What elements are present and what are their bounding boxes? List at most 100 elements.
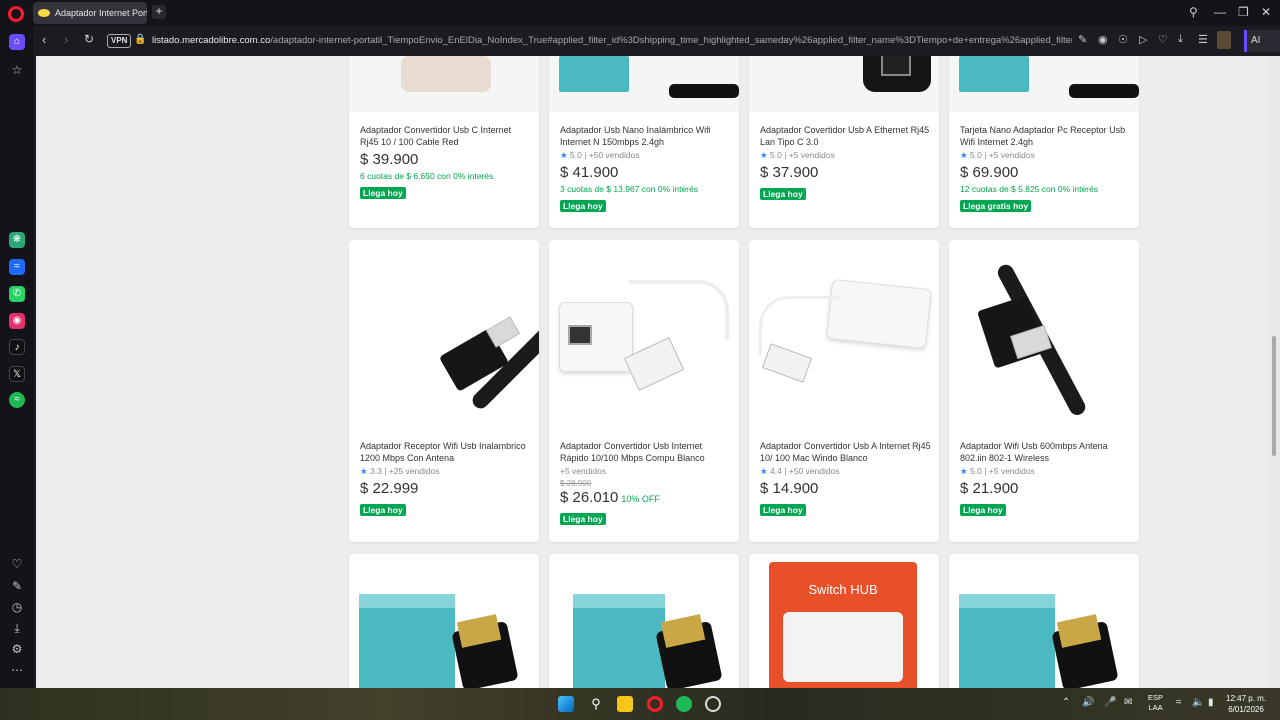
download-icon[interactable]: ⤓ xyxy=(9,620,25,636)
product-card[interactable] xyxy=(949,554,1139,688)
product-image xyxy=(749,240,939,428)
chevron-up-icon[interactable]: ⌃ xyxy=(1062,697,1070,708)
product-card[interactable]: Adaptador Covertidor Usb A Ethernet Rj45… xyxy=(749,56,939,228)
rating-value: 5.0 xyxy=(970,150,982,160)
system-clock[interactable]: 12:47 p. m. 6/01/2026 xyxy=(1226,693,1266,715)
vpn-badge[interactable]: VPN xyxy=(107,34,132,48)
page-scrollbar[interactable] xyxy=(1268,56,1280,688)
settings-gear-icon[interactable]: ⚙ xyxy=(9,641,25,657)
x-twitter-icon[interactable]: 𝕏 xyxy=(9,366,25,382)
close-window-button[interactable]: ✕ xyxy=(1261,5,1271,19)
minimize-button[interactable]: — xyxy=(1214,5,1226,19)
product-price: $ 37.900 xyxy=(760,164,819,181)
star-icon[interactable]: ☆ xyxy=(9,62,25,78)
home-icon[interactable]: ⌂ xyxy=(9,34,25,50)
aria-ai-button[interactable]: AI xyxy=(1244,30,1280,52)
edit-icon[interactable]: ✎ xyxy=(9,578,25,594)
product-title[interactable]: Adaptador Wifi Usb 600mbps Antena 802.ii… xyxy=(960,440,1131,464)
product-title[interactable]: Adaptador Convertidor Usb Internet Rápid… xyxy=(560,440,731,464)
opera-logo-icon[interactable] xyxy=(8,6,24,22)
profile-avatar[interactable] xyxy=(1217,31,1231,49)
file-explorer-icon[interactable] xyxy=(617,696,633,712)
star-icon: ★ xyxy=(960,466,968,476)
product-title[interactable]: Adaptador Covertidor Usb A Ethernet Rj45… xyxy=(760,124,931,148)
spotify-icon[interactable]: ≈ xyxy=(9,392,25,408)
opera-taskbar-icon[interactable] xyxy=(647,696,663,712)
speaker-icon[interactable]: 🔊 xyxy=(1082,697,1094,708)
volume-icon[interactable]: 🔈 xyxy=(1192,697,1204,708)
product-title[interactable]: Adaptador Usb Nano Inalámbrico Wifi Inte… xyxy=(560,124,731,148)
whatsapp-icon[interactable]: ✆ xyxy=(9,286,25,302)
product-image: Switch HUB xyxy=(749,554,939,688)
lang-bottom: LAA xyxy=(1148,703,1163,712)
reload-button[interactable]: ↻ xyxy=(84,32,94,46)
cable-shape xyxy=(629,280,729,340)
product-card[interactable]: Tarjeta Nano Adaptador Pc Receptor Usb W… xyxy=(949,56,1139,228)
product-card[interactable]: Adaptador Convertidor Usb A Internet Rj4… xyxy=(749,240,939,542)
history-icon[interactable]: ◷ xyxy=(9,599,25,615)
more-icon[interactable]: ⋯ xyxy=(9,662,25,678)
product-card[interactable] xyxy=(549,554,739,688)
rating-value: 3.3 xyxy=(370,466,382,476)
shield-icon[interactable]: ☉ xyxy=(1118,33,1128,46)
back-button[interactable]: ‹ xyxy=(42,32,46,47)
edit-icon[interactable]: ✎ xyxy=(1078,33,1087,46)
inbox-icon[interactable]: ✉ xyxy=(1124,697,1132,708)
search-tabs-icon[interactable]: ⚲ xyxy=(1189,5,1198,19)
clock-time: 12:47 p. m. xyxy=(1226,694,1267,703)
product-title[interactable]: Adaptador Convertidor Usb A Internet Rj4… xyxy=(760,440,931,464)
product-price: $ 14.900 xyxy=(760,480,819,497)
spotify-taskbar-icon[interactable] xyxy=(676,696,692,712)
box-top-shape xyxy=(959,594,1055,608)
windows-start-icon[interactable] xyxy=(558,696,574,712)
sold-count: | +50 vendidos xyxy=(584,150,640,160)
product-card[interactable]: Switch HUB xyxy=(749,554,939,688)
scrollbar-thumb[interactable] xyxy=(1272,336,1276,456)
product-title[interactable]: Tarjeta Nano Adaptador Pc Receptor Usb W… xyxy=(960,124,1131,148)
product-card[interactable]: Adaptador Usb Nano Inalámbrico Wifi Inte… xyxy=(549,56,739,228)
play-icon[interactable]: ▷ xyxy=(1139,33,1147,46)
tiktok-icon[interactable]: ♪ xyxy=(9,339,25,355)
search-icon[interactable]: ⚲ xyxy=(588,696,604,712)
microphone-icon[interactable]: 🎤 xyxy=(1104,697,1116,708)
instagram-icon[interactable]: ◉ xyxy=(9,313,25,329)
delivery-badge: Llega hoy xyxy=(560,513,606,525)
delivery-badge: Llega hoy xyxy=(760,188,806,200)
language-indicator[interactable]: ESP LAA xyxy=(1148,693,1163,713)
maximize-button[interactable]: ❐ xyxy=(1238,5,1249,19)
clock-app-icon[interactable] xyxy=(705,696,721,712)
tab-title: Adaptador Internet Portal xyxy=(55,8,147,18)
switch-hub-package-shape: Switch HUB xyxy=(769,562,917,688)
product-title[interactable]: Adaptador Convertidor Usb C Internet Rj4… xyxy=(360,124,531,148)
product-card[interactable]: Adaptador Receptor Wifi Usb Inalambrico … xyxy=(349,240,539,542)
tab-mercadolibre[interactable]: Adaptador Internet Portal xyxy=(33,2,147,24)
rating-value: 5.0 xyxy=(970,466,982,476)
heart-icon[interactable]: ♡ xyxy=(9,556,25,572)
product-image xyxy=(549,240,739,428)
wifi-icon[interactable]: ≈ xyxy=(1176,697,1182,708)
download-icon[interactable]: ⤓ xyxy=(1178,33,1183,46)
mercadolibre-favicon-icon xyxy=(38,9,50,17)
lock-icon[interactable]: 🔒 xyxy=(134,34,146,45)
camera-icon[interactable]: ◉ xyxy=(1098,33,1108,46)
search-results-page: Adaptador Convertidor Usb C Internet Rj4… xyxy=(36,56,1268,688)
heart-icon[interactable]: ♡ xyxy=(1158,33,1168,46)
chatgpt-icon[interactable]: ❋ xyxy=(9,232,25,248)
installments-text: 6 cuotas de $ 6.650 con 0% interés xyxy=(360,171,494,181)
box-shape xyxy=(573,594,665,688)
menu-icon[interactable]: ☰ xyxy=(1198,33,1208,46)
product-card[interactable] xyxy=(349,554,539,688)
product-card[interactable]: Adaptador Convertidor Usb Internet Rápid… xyxy=(549,240,739,542)
product-card[interactable]: Adaptador Wifi Usb 600mbps Antena 802.ii… xyxy=(949,240,1139,542)
new-tab-button[interactable]: + xyxy=(152,5,166,19)
product-image xyxy=(749,56,939,112)
address-bar: ‹ › ↻ VPN 🔒 listado.mercadolibre.com.co/… xyxy=(34,28,1280,54)
battery-icon[interactable]: ▮ xyxy=(1208,697,1214,708)
product-title[interactable]: Adaptador Receptor Wifi Usb Inalambrico … xyxy=(360,440,531,464)
sold-count: +5 vendidos xyxy=(560,466,607,476)
url-field[interactable]: listado.mercadolibre.com.co/adaptador-in… xyxy=(152,35,1072,46)
product-price: $ 26.010 xyxy=(560,489,619,506)
product-card[interactable]: Adaptador Convertidor Usb C Internet Rj4… xyxy=(349,56,539,228)
forward-button[interactable]: › xyxy=(64,32,68,47)
messenger-icon[interactable]: ≈ xyxy=(9,259,25,275)
